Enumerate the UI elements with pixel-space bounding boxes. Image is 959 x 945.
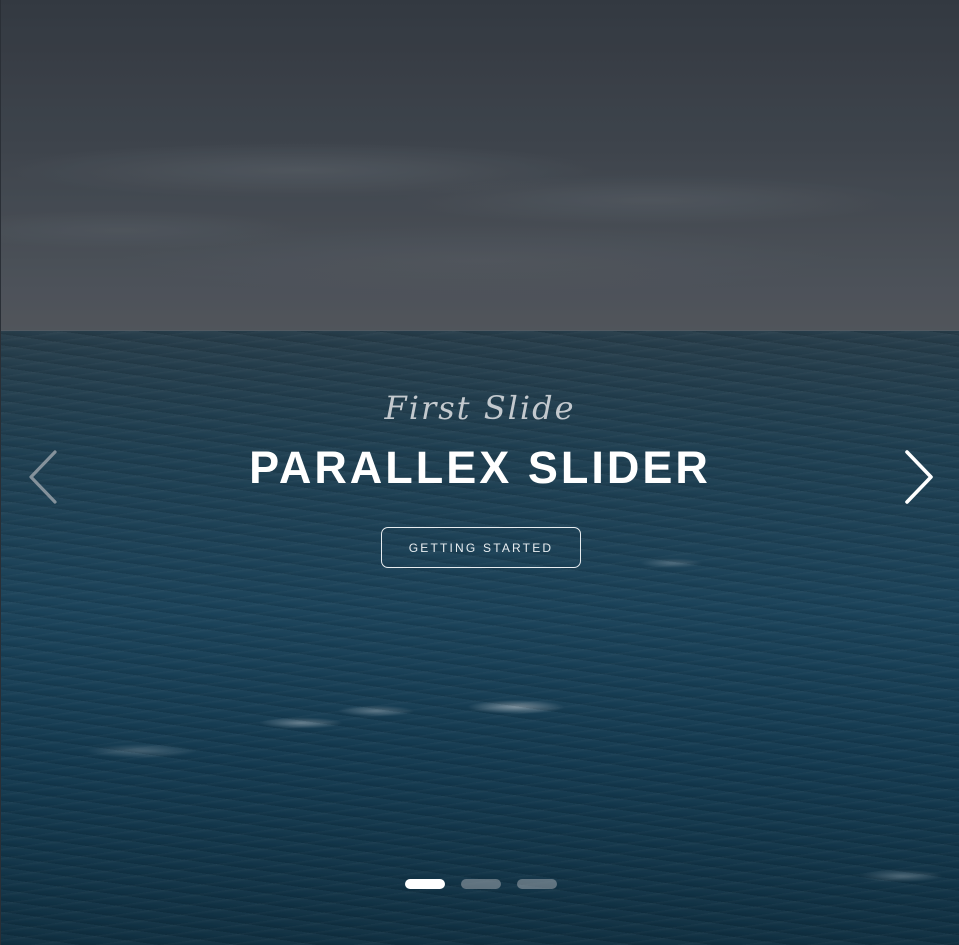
getting-started-button[interactable]: GETTING STARTED [381,527,581,568]
slide-indicators [405,879,557,889]
next-slide-button[interactable] [897,446,937,508]
chevron-left-icon [29,450,57,504]
prev-slide-button[interactable] [23,446,63,508]
chevron-right-icon [905,450,933,504]
slide-title: PARALLEX SLIDER [249,442,711,493]
slide-indicator-1[interactable] [405,879,445,889]
slide-indicator-2[interactable] [461,879,501,889]
hero-slider: First Slide PARALLEX SLIDER GETTING STAR… [0,0,959,945]
slide-subtitle: First Slide [384,389,576,427]
slide-indicator-3[interactable] [517,879,557,889]
